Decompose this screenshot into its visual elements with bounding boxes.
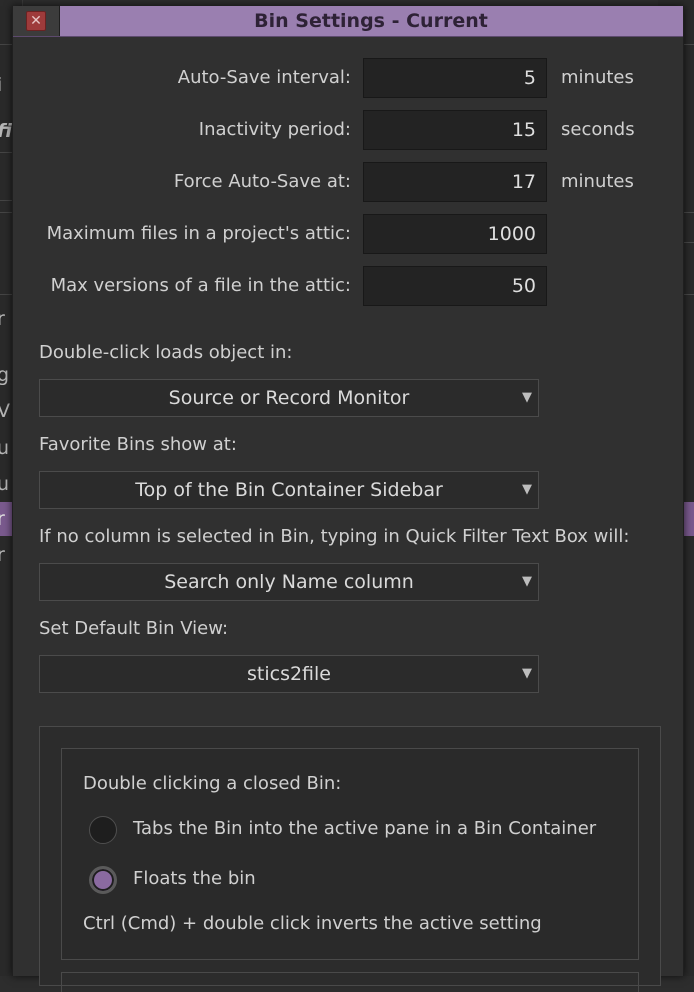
force-auto-save-unit: minutes	[561, 171, 634, 192]
max-attic-files-input[interactable]: 1000	[363, 214, 547, 254]
double-click-loads-label: Double-click loads object in:	[39, 342, 293, 363]
auto-save-interval-label: Auto-Save interval:	[177, 67, 351, 88]
bin-settings-dialog: ✕ Bin Settings - Current Auto-Save inter…	[12, 6, 684, 992]
inactivity-period-label: Inactivity period:	[198, 119, 351, 140]
force-auto-save-input[interactable]: 17	[363, 162, 547, 202]
max-attic-versions-input[interactable]: 50	[363, 266, 547, 306]
default-bin-view-value: stics2file	[247, 663, 331, 685]
dialog-title: Bin Settings - Current	[254, 10, 488, 32]
inactivity-period-input[interactable]: 15	[363, 110, 547, 150]
favorite-bins-select[interactable]: Top of the Bin Container Sidebar ▼	[39, 471, 539, 509]
max-attic-files-label: Maximum files in a project's attic:	[46, 223, 351, 244]
triangle-down-icon: ▼	[522, 390, 532, 405]
radio-tabs-bin-label[interactable]: Tabs the Bin into the active pane in a B…	[133, 818, 596, 839]
max-attic-files-row: Maximum files in a project's attic: 1000	[13, 214, 683, 254]
background-fragment: i	[0, 74, 2, 96]
background-fragment: r	[0, 508, 5, 530]
force-auto-save-label: Force Auto-Save at:	[173, 171, 351, 192]
default-bin-view-label: Set Default Bin View:	[39, 618, 229, 639]
quick-filter-select[interactable]: Search only Name column ▼	[39, 563, 539, 601]
close-icon: ✕	[26, 11, 46, 31]
double-click-loads-select[interactable]: Source or Record Monitor ▼	[39, 379, 539, 417]
background-fragment: g	[0, 364, 9, 386]
triangle-down-icon: ▼	[522, 482, 532, 497]
auto-save-interval-unit: minutes	[561, 67, 634, 88]
quick-filter-label: If no column is selected in Bin, typing …	[39, 526, 630, 547]
background-fragment: r	[0, 308, 5, 330]
inactivity-period-unit: seconds	[561, 119, 635, 140]
triangle-down-icon: ▼	[522, 666, 532, 681]
max-attic-versions-label: Max versions of a file in the attic:	[50, 275, 351, 296]
closed-bin-heading: Double clicking a closed Bin:	[83, 773, 342, 794]
inactivity-period-row: Inactivity period: 15 seconds	[13, 110, 683, 150]
radio-floats-bin[interactable]	[89, 866, 117, 894]
background-fragment: u	[0, 473, 9, 495]
next-group-box	[61, 972, 639, 992]
close-button[interactable]: ✕	[13, 6, 60, 36]
background-fragment: V	[0, 400, 10, 422]
max-attic-versions-row: Max versions of a file in the attic: 50	[13, 266, 683, 306]
double-click-loads-value: Source or Record Monitor	[168, 387, 410, 409]
background-fragment: fi	[0, 120, 12, 142]
radio-tabs-bin[interactable]	[89, 816, 117, 844]
auto-save-interval-input[interactable]: 5	[363, 58, 547, 98]
triangle-down-icon: ▼	[522, 574, 532, 589]
closed-bin-note: Ctrl (Cmd) + double click inverts the ac…	[83, 913, 542, 934]
radio-floats-bin-label[interactable]: Floats the bin	[133, 868, 256, 889]
title-bar[interactable]: ✕ Bin Settings - Current	[13, 6, 683, 37]
favorite-bins-label: Favorite Bins show at:	[39, 434, 237, 455]
quick-filter-value: Search only Name column	[164, 571, 414, 593]
background-fragment: u	[0, 437, 9, 459]
force-auto-save-row: Force Auto-Save at: 17 minutes	[13, 162, 683, 202]
auto-save-interval-row: Auto-Save interval: 5 minutes	[13, 58, 683, 98]
default-bin-view-select[interactable]: stics2file ▼	[39, 655, 539, 693]
favorite-bins-value: Top of the Bin Container Sidebar	[135, 479, 443, 501]
background-fragment: r	[0, 544, 5, 566]
